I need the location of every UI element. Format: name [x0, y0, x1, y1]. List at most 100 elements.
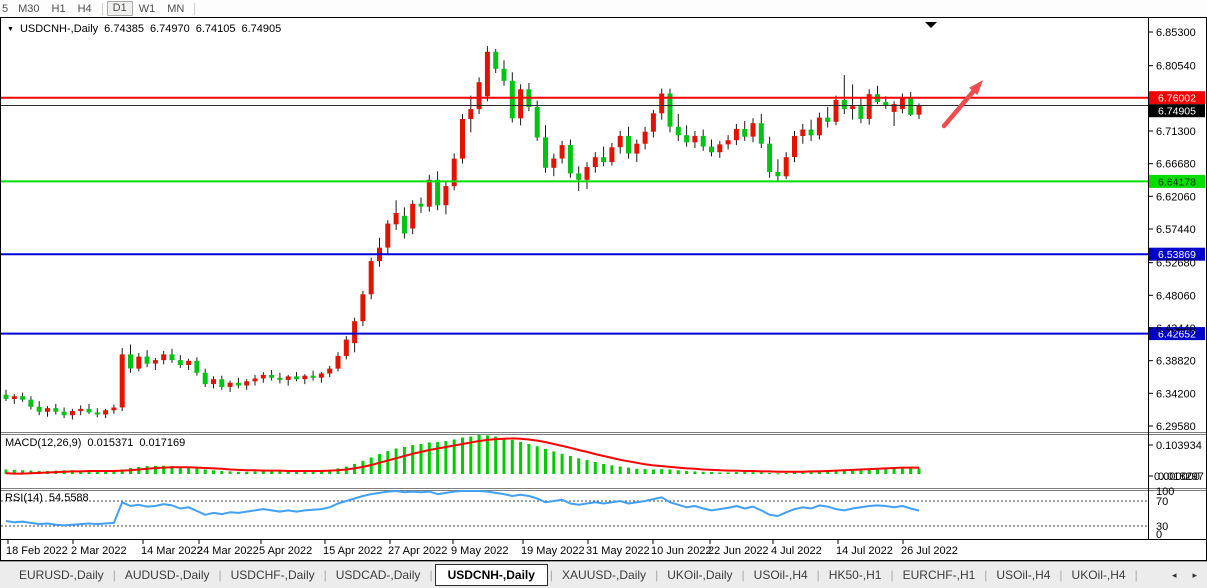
rsi-axis-label: 70 — [1156, 496, 1168, 508]
candle-down — [842, 100, 847, 109]
date-axis: 18 Feb 20222 Mar 202214 Mar 202224 Mar 2… — [6, 539, 958, 557]
tab-usdchf-daily[interactable]: USDCHF-,Daily — [222, 565, 324, 585]
price-tick-label: 6.48060 — [1156, 290, 1196, 302]
macd-histogram-bar — [602, 464, 605, 474]
candle-down — [601, 157, 606, 162]
toolbar-separator — [194, 3, 195, 15]
tab-usoil-h4[interactable]: USOil-,H4 — [987, 565, 1059, 585]
candle-up — [327, 369, 332, 374]
candle-down — [203, 373, 208, 384]
candle-down — [178, 360, 183, 365]
candle-down — [269, 375, 274, 378]
candle-up — [286, 376, 291, 380]
candle-up — [394, 213, 399, 224]
timeframe-w1[interactable]: W1 — [133, 3, 162, 15]
candle-up — [352, 321, 357, 343]
candle-up — [900, 97, 905, 109]
date-tick-label: 31 May 2022 — [586, 545, 650, 557]
candle-up — [161, 354, 166, 360]
chart-shift-marker-icon[interactable] — [925, 22, 937, 28]
candle-down — [95, 412, 100, 414]
tab-usoil-h4[interactable]: USOil-,H4 — [745, 565, 817, 585]
tab-separator: | — [429, 568, 432, 582]
tab-usdcnh-daily[interactable]: USDCNH-,Daily — [435, 564, 548, 586]
candle-down — [742, 129, 747, 137]
timeframe-h4[interactable]: H4 — [72, 3, 98, 15]
tab-eurchf-h1[interactable]: EURCHF-,H1 — [894, 565, 985, 585]
price-axis: 6.853006.805406.713006.666806.620606.574… — [1, 18, 1206, 540]
price-tick-label: 6.29580 — [1156, 421, 1196, 433]
macd-histogram-bar — [494, 437, 497, 475]
candle-up — [593, 157, 598, 167]
candle-down — [809, 130, 814, 136]
arrow-object-shaft[interactable] — [944, 87, 977, 126]
candle-up — [261, 375, 266, 379]
candle-down — [4, 395, 9, 399]
tab-eurusd-daily[interactable]: EURUSD-,Daily — [10, 565, 113, 585]
tab-usdcad-daily[interactable]: USDCAD-,Daily — [327, 565, 430, 585]
macd-histogram-bar — [519, 442, 522, 474]
candle-up — [692, 136, 697, 142]
candle-up — [460, 119, 465, 159]
chart-canvas[interactable]: 6.760026.749056.641786.538696.426526.853… — [1, 18, 1206, 560]
candle-down — [701, 136, 706, 147]
candle-up — [468, 109, 473, 119]
macd-histogram-bar — [511, 440, 514, 474]
date-tick-label: 24 Mar 2022 — [197, 545, 259, 557]
tab-xauusd-daily[interactable]: XAUUSD-,Daily — [553, 565, 655, 585]
candle-up — [319, 374, 324, 378]
macd-histogram-bar — [195, 468, 198, 474]
macd-histogram-bar — [237, 472, 240, 474]
candle-up — [12, 396, 17, 399]
candle-up — [211, 379, 216, 384]
tab-scroll-right-icon[interactable]: ▸ — [1192, 570, 1197, 581]
candle-down — [883, 102, 888, 106]
candle-down — [568, 145, 573, 173]
price-tick-label: 6.57440 — [1156, 224, 1196, 236]
macd-histogram-bar — [619, 467, 622, 475]
macd-histogram-bar — [527, 444, 530, 474]
candle-up — [917, 106, 922, 115]
candle-up — [369, 261, 374, 294]
candle-up — [850, 106, 855, 109]
price-tick-label: 6.66680 — [1156, 159, 1196, 171]
macd-histogram-bar — [677, 470, 680, 474]
macd-histogram-bar — [420, 444, 423, 474]
tab-audusd-daily[interactable]: AUDUSD-,Daily — [116, 565, 219, 585]
candle-up — [551, 159, 556, 168]
candle-down — [145, 357, 150, 364]
macd-histogram-bar — [901, 468, 904, 474]
candle-up — [253, 379, 258, 382]
macd-histogram-bar — [693, 471, 696, 474]
macd-histogram-bar — [544, 449, 547, 474]
tab-scroll-left-icon[interactable]: ◂ — [1172, 570, 1177, 581]
candle-down — [28, 400, 33, 407]
tab-hk50-h1[interactable]: HK50-,H1 — [820, 565, 891, 585]
candle-up — [800, 130, 805, 136]
tab-ukoil-h4[interactable]: UKOil-,H4 — [1063, 565, 1135, 585]
candle-up — [360, 294, 365, 321]
timeframe-m30[interactable]: M30 — [12, 3, 45, 15]
rsi-pane: 10070300 — [1, 486, 1174, 541]
macd-histogram-bar — [395, 449, 398, 475]
price-badge-label: 6.76002 — [1158, 93, 1196, 105]
macd-histogram-bar — [635, 469, 638, 474]
candle-down — [543, 137, 548, 167]
tab-ukoil-daily[interactable]: UKOil-,Daily — [658, 565, 741, 585]
macd-histogram-bar — [586, 460, 589, 474]
candle-down — [219, 379, 224, 387]
price-tick-label: 6.38820 — [1156, 356, 1196, 368]
candle-up — [153, 360, 158, 364]
macd-histogram-bar — [594, 462, 597, 474]
timeframe-h1[interactable]: H1 — [46, 3, 72, 15]
macd-histogram-bar — [220, 471, 223, 474]
macd-histogram-bar — [627, 468, 630, 474]
candle-up — [560, 145, 565, 158]
timeframe-d1[interactable]: D1 — [107, 1, 133, 16]
macd-histogram-bar — [669, 470, 672, 475]
timeframe-m15-partial[interactable]: 5 — [1, 3, 12, 15]
timeframe-mn[interactable]: MN — [161, 3, 190, 15]
candle-down — [170, 354, 175, 360]
price-tick-label: 6.43440 — [1156, 323, 1196, 335]
candle-down — [502, 69, 507, 81]
